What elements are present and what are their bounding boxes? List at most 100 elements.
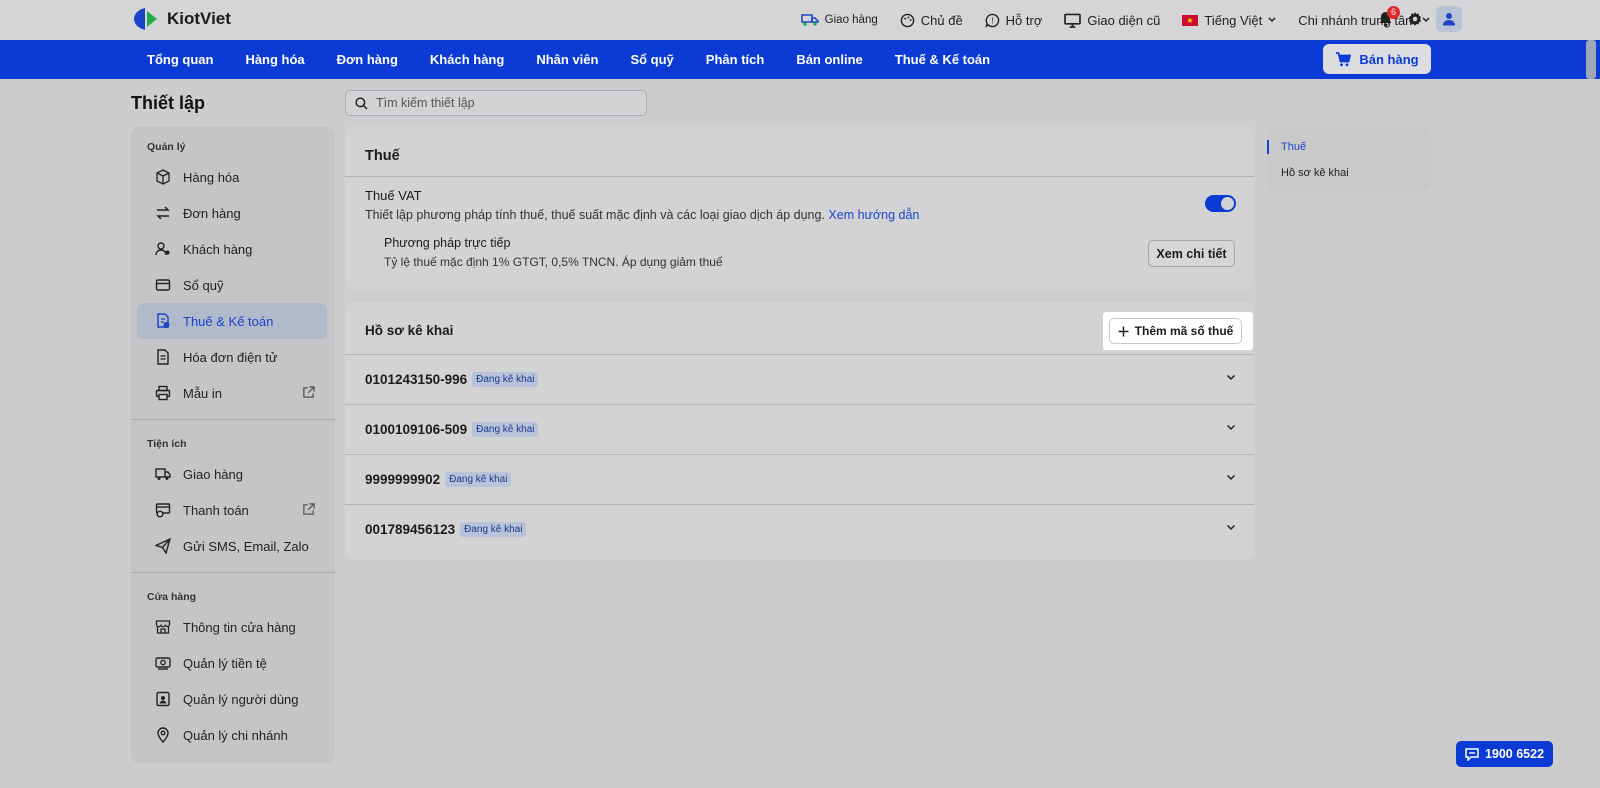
sidebar-item-1-0[interactable]: Giao hàng [137, 456, 327, 492]
sidebar-section-title: Cửa hàng [147, 591, 197, 603]
avatar[interactable] [1436, 6, 1462, 32]
tax-code-row[interactable]: 0100109106-509 Đang kê khai [345, 404, 1254, 454]
sidebar-item-label: Quản lý tiền tệ [183, 655, 267, 671]
settings-sidebar: Quản lý Hàng hóa Đơn hàng Khách hàng Sổ quỹ T… [131, 127, 335, 763]
add-tax-code-label: Thêm mã số thuế [1134, 324, 1234, 338]
sidebar-item-0-0[interactable]: Hàng hóa [137, 159, 327, 195]
section-nav-tax[interactable]: Thuế [1281, 141, 1306, 153]
theme-link[interactable]: Chủ đề [900, 13, 963, 28]
status-badge: Đang kê khai [472, 422, 539, 437]
notification-button[interactable]: 6 [1376, 6, 1400, 28]
logo-text: KiotViet [167, 9, 231, 28]
scrollbar[interactable] [1586, 40, 1596, 79]
store-icon [155, 620, 171, 634]
invoice-icon [157, 349, 169, 365]
sidebar-item-label: Quản lý người dùng [183, 691, 299, 707]
section-nav: Thuế Hồ sơ kê khai [1267, 127, 1431, 191]
vat-title: Thuế VAT [365, 188, 422, 203]
cart-icon [1336, 51, 1352, 66]
divider [345, 176, 1254, 177]
printer-icon [155, 385, 171, 401]
main-nav: Tổng quan Hàng hóa Đơn hàng Khách hàng Nhân … [0, 40, 1600, 79]
sidebar-item-0-1[interactable]: Đơn hàng [137, 195, 327, 231]
sell-button[interactable]: Bán hàng [1323, 44, 1431, 74]
user-icon [1443, 13, 1455, 26]
sidebar-item-1-1[interactable]: Thanh toán [137, 492, 327, 528]
sidebar-item-0-6[interactable]: Mẫu in [137, 375, 327, 411]
palette-icon [900, 13, 915, 27]
external-link-icon [303, 386, 315, 398]
guide-link[interactable]: Xem hướng dẫn [828, 208, 919, 222]
tax-code-row[interactable]: 9999999902 Đang kê khai [345, 454, 1254, 504]
tax-code-row[interactable]: 0101243150-996 Đang kê khai [345, 354, 1254, 404]
language-label: Tiếng Việt [1204, 12, 1263, 28]
top-bar: KiotViet Giao hàng Chủ đề ! Hỗ trợ Giao … [0, 0, 1600, 40]
tax-code: 0100109106-509 [365, 422, 468, 437]
sidebar-item-label: Giao hàng [183, 466, 243, 482]
status-badge: Đang kê khai [472, 372, 539, 387]
kiotviet-logo[interactable]: KiotViet [133, 7, 231, 31]
support-link[interactable]: ! Hỗ trợ [984, 13, 1042, 28]
view-detail-button[interactable]: Xem chi tiết [1148, 240, 1235, 267]
theme-label: Chủ đề [920, 12, 963, 28]
swap-icon [156, 206, 170, 220]
kiotviet-logo-icon [134, 8, 157, 30]
currency-icon [155, 657, 171, 670]
monitor-icon [1064, 13, 1082, 28]
sidebar-item-2-3[interactable]: Quản lý chi nhánh [137, 717, 327, 753]
sidebar-divider [131, 419, 335, 420]
vietnam-flag-icon [1182, 14, 1199, 26]
sidebar-divider [131, 572, 335, 573]
truck-icon [800, 14, 819, 26]
nav-item-0[interactable]: Tổng quan [131, 40, 229, 79]
chevron-down-icon[interactable] [1226, 474, 1236, 481]
chevron-down-icon[interactable] [1226, 374, 1236, 381]
sidebar-item-2-2[interactable]: Quản lý người dùng [137, 681, 327, 717]
nav-item-4[interactable]: Nhân viên [520, 40, 614, 79]
chevron-down-icon[interactable] [1226, 424, 1236, 431]
section-nav-declaration[interactable]: Hồ sơ kê khai [1281, 167, 1349, 179]
chevron-down-icon[interactable] [1226, 524, 1236, 531]
user-badge-icon [156, 691, 170, 707]
plus-icon [1118, 326, 1129, 336]
sidebar-item-0-2[interactable]: Khách hàng [137, 231, 327, 267]
sidebar-item-label: Thông tin cửa hàng [183, 619, 296, 635]
settings-search[interactable] [345, 90, 647, 116]
sidebar-item-0-5[interactable]: Hóa đơn điện tử [137, 339, 327, 375]
sidebar-item-label: Đơn hàng [183, 205, 241, 221]
language-selector[interactable]: Tiếng Việt [1182, 13, 1276, 28]
hotline-button[interactable]: 1900 6522 [1456, 741, 1553, 767]
external-link[interactable] [302, 386, 315, 402]
sidebar-item-1-2[interactable]: Gửi SMS, Email, Zalo [137, 528, 327, 564]
add-tax-code-button[interactable]: Thêm mã số thuế [1109, 318, 1242, 344]
box-icon [156, 169, 170, 185]
sidebar-item-label: Gửi SMS, Email, Zalo [183, 538, 309, 554]
sidebar-item-0-4[interactable]: Thuế & Kế toán [137, 303, 327, 339]
old-ui-link[interactable]: Giao diện cũ [1064, 13, 1160, 28]
sidebar-section-title: Quản lý [147, 141, 186, 153]
sidebar-item-2-1[interactable]: Quản lý tiền tệ [137, 645, 327, 681]
external-link[interactable] [302, 503, 315, 519]
nav-item-8[interactable]: Thuế & Kế toán [879, 40, 1006, 79]
vat-description: Thiết lập phương pháp tính thuế, thuế su… [365, 208, 919, 222]
chevron-down-icon [1268, 17, 1276, 23]
page-title: Thiết lập [131, 93, 206, 113]
sidebar-item-2-0[interactable]: Thông tin cửa hàng [137, 609, 327, 645]
vat-description-text: Thiết lập phương pháp tính thuế, thuế su… [365, 208, 825, 222]
vat-toggle[interactable] [1205, 195, 1236, 212]
nav-item-5[interactable]: Sổ quỹ [614, 40, 689, 79]
tax-code: 0101243150-996 [365, 372, 468, 387]
search-input[interactable] [376, 96, 636, 110]
nav-item-3[interactable]: Khách hàng [414, 40, 520, 79]
sidebar-item-0-3[interactable]: Sổ quỹ [137, 267, 327, 303]
nav-item-2[interactable]: Đơn hàng [321, 40, 414, 79]
tax-code-row[interactable]: 001789456123 Đang kê khai [345, 504, 1254, 554]
declaration-card: Hồ sơ kê khai Thêm mã số thuế 0101243150… [345, 302, 1254, 560]
nav-item-6[interactable]: Phân tích [690, 40, 781, 79]
settings-button[interactable] [1406, 10, 1424, 28]
nav-item-1[interactable]: Hàng hóa [229, 40, 320, 79]
sidebar-item-label: Mẫu in [183, 385, 223, 401]
sidebar-section-title: Tiện ích [147, 438, 187, 450]
nav-item-7[interactable]: Bán online [780, 40, 878, 79]
shipping-link[interactable]: Giao hàng [800, 13, 878, 27]
